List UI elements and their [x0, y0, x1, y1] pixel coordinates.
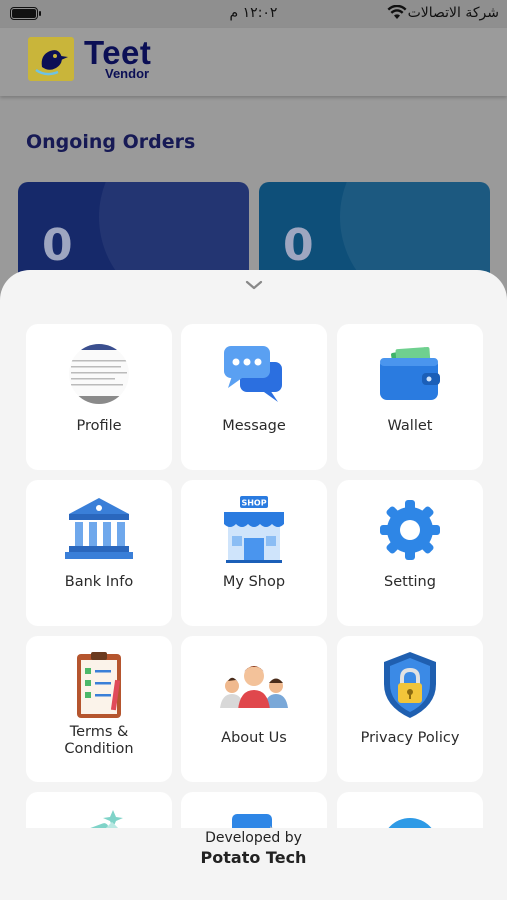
- wifi-icon: [387, 5, 407, 19]
- menu-item-partial[interactable]: [181, 792, 327, 828]
- sparkle-broom-icon: [70, 810, 123, 828]
- wallet-icon: [380, 346, 440, 400]
- card-decoration: [99, 182, 249, 282]
- menu-item-bank-info[interactable]: Bank Info: [26, 480, 172, 626]
- menu-bottom-sheet: Profile Message Wallet Bank Info SHOP My…: [0, 270, 507, 900]
- menu-grid: Profile Message Wallet Bank Info SHOP My…: [0, 324, 507, 828]
- app-header: Teet Vendor: [0, 28, 507, 96]
- footer: Developed by Potato Tech: [0, 830, 507, 867]
- circle-icon: [388, 818, 432, 828]
- gear-icon: [380, 500, 440, 560]
- orders-stat-card[interactable]: 0: [18, 182, 249, 282]
- bank-icon: [65, 498, 133, 559]
- menu-item-label: Wallet: [387, 418, 433, 434]
- shop-icon: SHOP: [224, 496, 284, 563]
- orders-stat-card[interactable]: 0: [259, 182, 490, 282]
- developed-by-label: Developed by: [205, 830, 302, 846]
- document-share-icon: [232, 814, 273, 828]
- menu-item-partial[interactable]: [337, 792, 483, 828]
- menu-item-label: Bank Info: [64, 574, 134, 590]
- menu-item-setting[interactable]: Setting: [337, 480, 483, 626]
- ongoing-orders-title: Ongoing Orders: [26, 131, 196, 153]
- menu-item-label-line1: Terms &: [69, 724, 129, 740]
- carrier-name: شركة الاتصالات: [407, 5, 499, 21]
- menu-item-about-us[interactable]: About Us: [181, 636, 327, 782]
- menu-item-label: About Us: [221, 730, 287, 746]
- menu-item-label: Setting: [384, 574, 436, 590]
- logo-subtitle: Vendor: [105, 66, 150, 81]
- menu-item-privacy-policy[interactable]: Privacy Policy: [337, 636, 483, 782]
- menu-item-label: Message: [222, 418, 286, 434]
- chevron-down-icon[interactable]: [244, 278, 264, 292]
- orders-count: 0: [283, 220, 314, 271]
- menu-item-label: Terms & Condition: [30, 724, 168, 758]
- menu-item-terms-condition[interactable]: Terms & Condition: [26, 636, 172, 782]
- menu-item-label: Profile: [76, 418, 122, 434]
- status-bar: ١٢:٠٢ م شركة الاتصالات: [0, 0, 507, 28]
- svg-text:SHOP: SHOP: [241, 499, 266, 508]
- profile-avatar-icon: [69, 344, 129, 404]
- menu-item-profile[interactable]: Profile: [26, 324, 172, 470]
- developer-company: Potato Tech: [200, 848, 307, 867]
- orders-count: 0: [42, 220, 73, 271]
- menu-item-wallet[interactable]: Wallet: [337, 324, 483, 470]
- menu-item-my-shop[interactable]: SHOP My Shop: [181, 480, 327, 626]
- clipboard-checklist-icon: [77, 652, 121, 718]
- card-decoration: [340, 182, 490, 282]
- chat-bubbles-icon: [224, 346, 282, 402]
- people-group-icon: [218, 666, 290, 712]
- menu-item-partial[interactable]: [26, 792, 172, 828]
- logo-bird-icon: [28, 37, 74, 81]
- menu-item-message[interactable]: Message: [181, 324, 327, 470]
- menu-item-label-line2: Condition: [64, 741, 134, 757]
- menu-item-label: My Shop: [222, 574, 286, 590]
- menu-item-label: Privacy Policy: [360, 730, 460, 746]
- shield-lock-icon: [384, 652, 436, 718]
